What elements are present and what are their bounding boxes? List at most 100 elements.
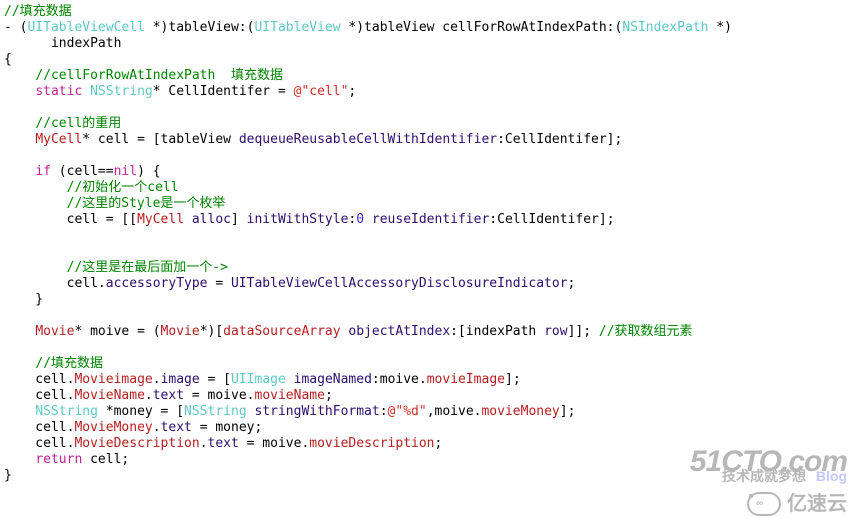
code-line: indexPath	[4, 36, 121, 51]
code-line: NSString *money = [NSString stringWithFo…	[4, 404, 575, 419]
code-token: objectAtIndex	[348, 324, 450, 339]
code-token	[82, 84, 90, 99]
code-token: .	[145, 388, 153, 403]
code-line: return cell;	[4, 452, 129, 467]
code-token: :moive.	[372, 372, 427, 387]
code-token	[364, 212, 372, 227]
code-token: .	[153, 420, 161, 435]
code-token	[4, 196, 67, 211]
code-token	[4, 180, 67, 195]
code-token: alloc	[192, 212, 231, 227]
code-token: if	[35, 164, 51, 179]
code-token: static	[35, 84, 82, 99]
code-token	[286, 372, 294, 387]
code-token: MovieDescription	[74, 436, 199, 451]
code-token: initWithStyle	[247, 212, 349, 227]
code-token: @"cell"	[294, 84, 349, 99]
code-token: ]	[231, 212, 247, 227]
code-line: cell.accessoryType = UITableViewCellAcce…	[4, 276, 575, 291]
code-token: = moive.	[184, 388, 254, 403]
code-token: *money = [	[98, 404, 184, 419]
code-token: (cell==	[51, 164, 114, 179]
code-token: cell;	[82, 452, 129, 467]
code-token: movieDescription	[309, 436, 434, 451]
code-line: //填充数据	[4, 356, 103, 371]
code-token: image	[161, 372, 200, 387]
code-token	[4, 116, 35, 131]
code-line: //填充数据	[4, 4, 72, 19]
code-token: ]];	[568, 324, 599, 339]
code-token: = moive.	[239, 436, 309, 451]
code-line: //这里的Style是一个枚举	[4, 196, 225, 211]
code-token: cell.	[4, 372, 74, 387]
code-token: text	[161, 420, 192, 435]
code-token: ;	[348, 84, 356, 99]
code-token: cell.	[4, 420, 74, 435]
code-token: movieName	[255, 388, 325, 403]
code-token: cell.	[4, 388, 74, 403]
code-line: if (cell==nil) {	[4, 164, 161, 179]
code-token: MovieMoney	[74, 420, 152, 435]
code-token: //cell的重用	[35, 116, 121, 131]
code-block: //填充数据 - (UITableViewCell *)tableView:(U…	[0, 0, 865, 488]
code-token: MyCell	[137, 212, 184, 227]
code-token: ,moive.	[427, 404, 482, 419]
code-token: cell.	[4, 276, 106, 291]
code-token: movieMoney	[481, 404, 559, 419]
code-token: UIImage	[231, 372, 286, 387]
code-token: :	[380, 404, 388, 419]
code-token: nil	[114, 164, 137, 179]
code-token: ;	[435, 436, 443, 451]
code-token: Movieimage	[74, 372, 152, 387]
code-token	[4, 132, 35, 147]
code-token: MovieName	[74, 388, 144, 403]
code-token: NSString	[35, 404, 98, 419]
code-token: NSString	[184, 404, 247, 419]
code-token: //填充数据	[4, 4, 72, 19]
code-token: dequeueReusableCellWithIdentifier	[239, 132, 497, 147]
code-line: cell.Movieimage.image = [UIImage imageNa…	[4, 372, 521, 387]
code-line: //cellForRowAtIndexPath 填充数据	[4, 68, 283, 83]
code-token: text	[153, 388, 184, 403]
code-token: row	[544, 324, 567, 339]
code-token	[4, 324, 35, 339]
code-token: Movie	[35, 324, 74, 339]
code-token	[184, 212, 192, 227]
code-token: }	[4, 292, 43, 307]
code-line: //这里是在最后面加一个->	[4, 260, 228, 275]
code-token	[4, 260, 67, 275]
code-token: MyCell	[35, 132, 82, 147]
code-token: .	[153, 372, 161, 387]
code-line: }	[4, 292, 43, 307]
code-token: *)tableView:(	[145, 20, 255, 35]
code-line: {	[4, 52, 12, 67]
code-token: * CellIdentifer =	[153, 84, 294, 99]
code-token: cell = [[	[4, 212, 137, 227]
code-token: * cell = [tableView	[82, 132, 239, 147]
code-token: =	[208, 276, 231, 291]
code-token: UITableViewCellAccessoryDisclosureIndica…	[231, 276, 568, 291]
code-token: movieImage	[427, 372, 505, 387]
code-token: stringWithFormat	[254, 404, 379, 419]
code-line: cell.MovieDescription.text = moive.movie…	[4, 436, 442, 451]
code-token	[4, 68, 35, 83]
code-line: cell.MovieName.text = moive.movieName;	[4, 388, 333, 403]
code-token: return	[35, 452, 82, 467]
code-line: cell.MovieMoney.text = money;	[4, 420, 262, 435]
code-token	[4, 452, 35, 467]
code-line: Movie* moive = (Movie*)[dataSourceArray …	[4, 324, 693, 339]
code-token: //这里的Style是一个枚举	[67, 196, 226, 211]
yisu-watermark-text: 亿速云	[787, 496, 847, 512]
code-line: static NSString* CellIdentifer = @"cell"…	[4, 84, 356, 99]
code-token: 0	[356, 212, 364, 227]
code-line: cell = [[MyCell alloc] initWithStyle:0 r…	[4, 212, 615, 227]
code-token: cell.	[4, 436, 74, 451]
code-token: @"%d"	[388, 404, 427, 419]
code-token: .	[200, 436, 208, 451]
code-token: NSString	[90, 84, 153, 99]
code-token: ;	[568, 276, 576, 291]
code-token: {	[4, 52, 12, 67]
code-line: MyCell* cell = [tableView dequeueReusabl…	[4, 132, 622, 147]
code-token: UITableView	[254, 20, 340, 35]
code-line: - (UITableViewCell *)tableView:(UITableV…	[4, 20, 732, 35]
